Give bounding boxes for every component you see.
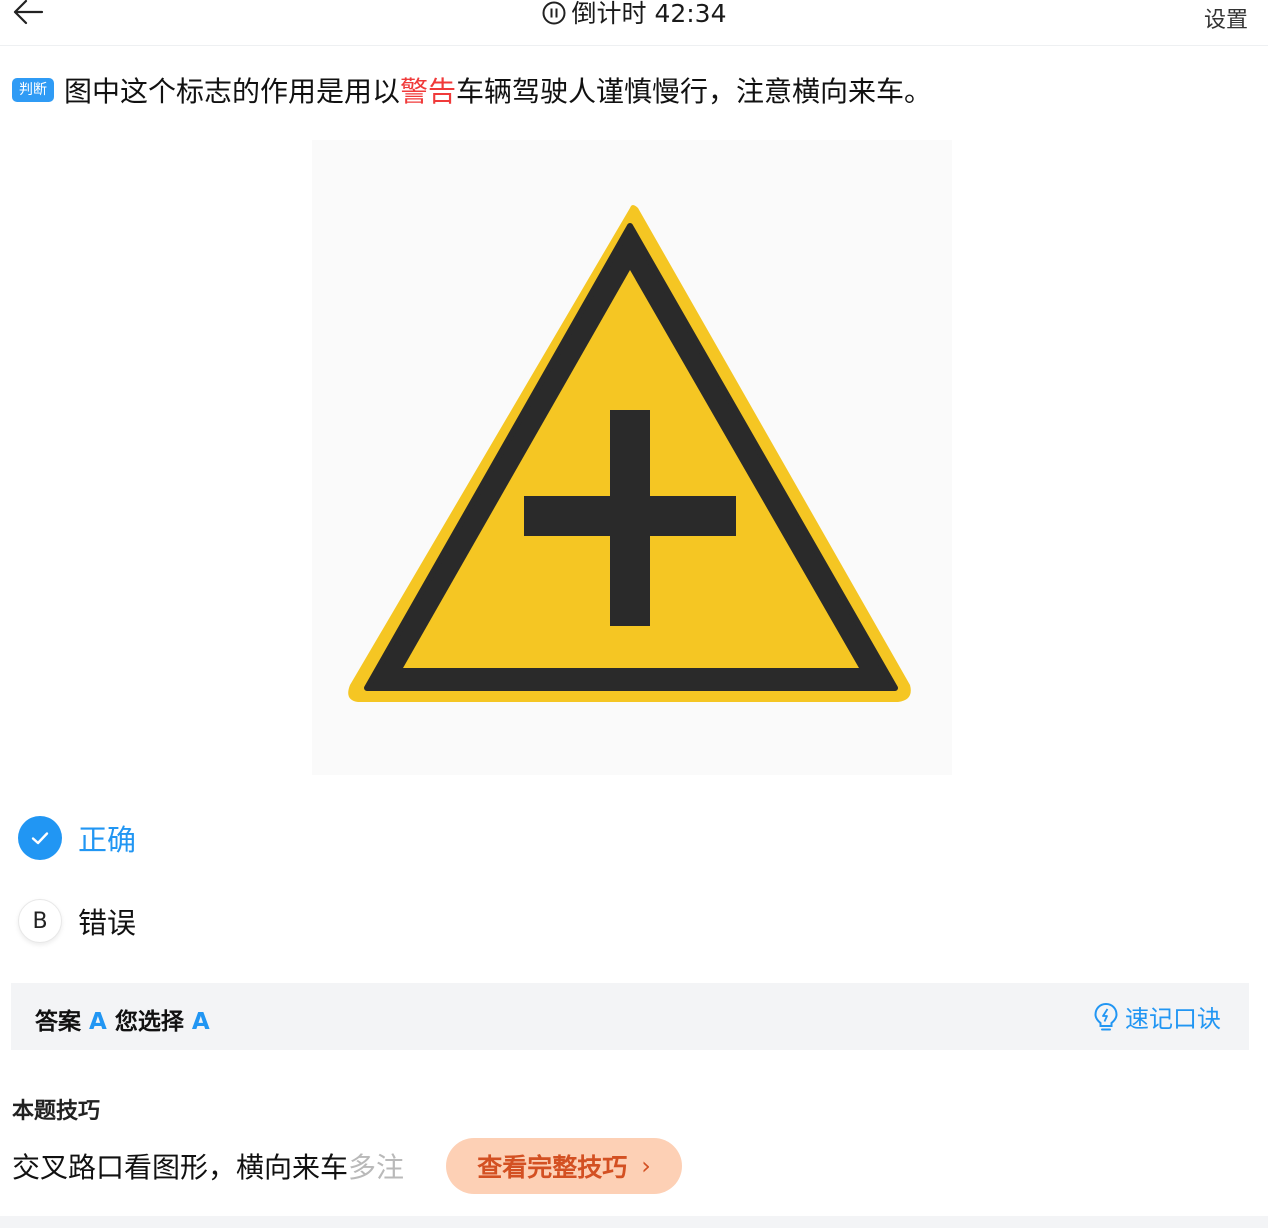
- question-type-badge: 判断: [12, 78, 54, 102]
- choice-label: 您选择: [114, 1009, 184, 1035]
- tip-title: 本题技巧: [12, 1099, 101, 1124]
- timer-label: 倒计时 42:34: [571, 0, 727, 28]
- answer-summary: 答案 A 您选择 A: [35, 1002, 210, 1036]
- chevron-right-icon: ›: [641, 1152, 651, 1180]
- tip-text-faded: 多注: [348, 1151, 405, 1184]
- question-text: 判断 图中这个标志的作用是用以警告车辆驾驶人谨慎慢行，注意横向来车。: [12, 72, 1252, 112]
- pause-circle-icon: [542, 1, 565, 25]
- option-a[interactable]: 正确: [18, 815, 136, 861]
- option-b-label: 错误: [78, 906, 137, 940]
- tip-preview: 交叉路口看图形，横向来车多注: [12, 1146, 404, 1186]
- mnemonic-button[interactable]: 速记口诀: [1093, 999, 1221, 1034]
- view-full-tip-label: 查看完整技巧: [477, 1153, 628, 1182]
- settings-button[interactable]: 设置: [1204, 2, 1248, 34]
- answer-bar: 答案 A 您选择 A 速记口诀: [11, 983, 1249, 1050]
- question-image: [312, 140, 952, 775]
- question-highlight: 警告: [400, 75, 457, 108]
- countdown-timer: 倒计时 42:34: [0, 0, 1268, 30]
- crossroad-warning-sign: [348, 205, 911, 702]
- option-a-selected-marker: [18, 816, 62, 860]
- choice-value: A: [191, 1009, 210, 1035]
- option-b-letter: B: [18, 899, 62, 943]
- top-bar: 倒计时 42:34 设置: [0, 0, 1268, 46]
- tip-text: 交叉路口看图形，横向来车: [12, 1151, 349, 1184]
- check-icon: [31, 832, 49, 845]
- bottom-divider: [0, 1216, 1268, 1228]
- answer-value: A: [89, 1009, 107, 1035]
- option-b[interactable]: B 错误: [18, 898, 136, 944]
- mnemonic-label: 速记口诀: [1125, 1005, 1221, 1033]
- question-text-before: 图中这个标志的作用是用以: [64, 75, 401, 108]
- question-text-after: 车辆驾驶人谨慎慢行，注意横向来车。: [456, 75, 933, 108]
- lightbulb-icon: [1094, 1002, 1118, 1030]
- answer-label: 答案: [35, 1009, 81, 1035]
- option-a-label: 正确: [78, 823, 137, 857]
- view-full-tip-button[interactable]: 查看完整技巧 ›: [446, 1138, 682, 1194]
